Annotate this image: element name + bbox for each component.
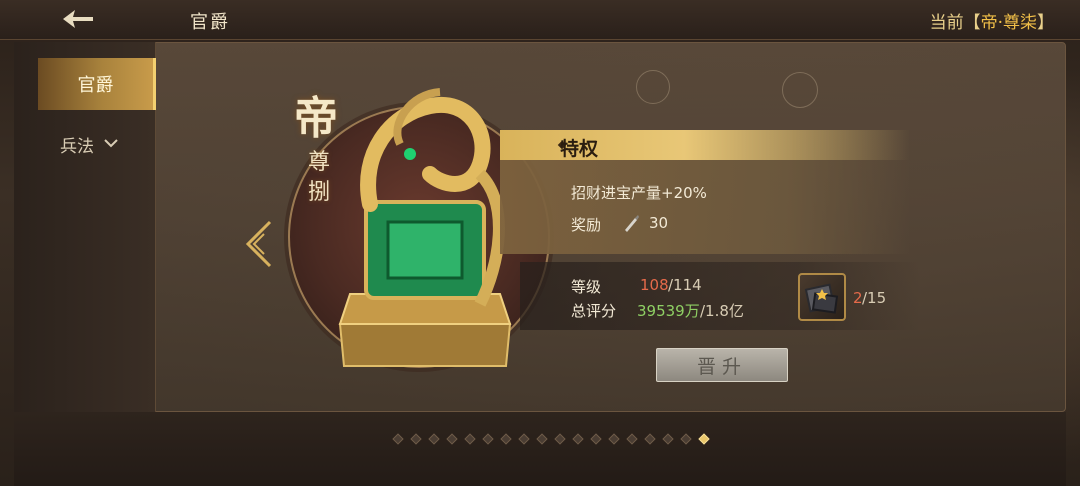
current-rank-label: 当前【帝·尊柒】 — [930, 8, 1054, 33]
pager-dot[interactable] — [446, 433, 458, 445]
score-current: 39539万 — [637, 302, 700, 320]
level-label: 等级 — [571, 278, 602, 296]
pager-dot[interactable] — [608, 433, 620, 445]
decor-ring — [782, 72, 818, 108]
pager-dot[interactable] — [644, 433, 656, 445]
pager-dot[interactable] — [428, 433, 440, 445]
item-count-required: /15 — [862, 289, 887, 307]
token-item-icon — [804, 283, 839, 314]
rank-glyph: 帝 — [294, 93, 338, 144]
back-button[interactable] — [58, 6, 98, 32]
current-rank-prefix: 当前【 — [929, 13, 981, 33]
privilege-effect: 招财进宝产量+20% — [571, 184, 707, 202]
chevron-left-icon — [245, 220, 272, 268]
pager-dot[interactable] — [464, 433, 476, 445]
promote-button[interactable]: 晋升 — [656, 348, 788, 382]
pager-dot[interactable] — [392, 433, 404, 445]
sidebar-item-tactics[interactable]: 兵法 — [60, 130, 150, 158]
sidebar-item-label: 兵法 — [60, 136, 94, 157]
pager-dot[interactable] — [482, 433, 494, 445]
pager-dot[interactable] — [572, 433, 584, 445]
pager-dot[interactable] — [518, 433, 530, 445]
previous-rank-button[interactable] — [244, 220, 272, 268]
jade-seal-icon — [338, 88, 512, 367]
back-arrow-icon — [63, 10, 93, 28]
pager-dot[interactable] — [680, 433, 692, 445]
pager-dot[interactable] — [662, 433, 674, 445]
quill-icon — [625, 215, 639, 232]
level-current: 108 — [640, 276, 669, 294]
current-rank-suffix: 】 — [1037, 13, 1054, 33]
pager-dot[interactable] — [554, 433, 566, 445]
reward-value: 30 — [649, 214, 669, 232]
decor-ring — [636, 70, 670, 104]
pager-dot[interactable] — [590, 433, 602, 445]
pager-dot[interactable] — [626, 433, 638, 445]
privilege-title: 特权 — [560, 138, 599, 160]
bottom-strip — [14, 412, 1066, 486]
level-required: /114 — [668, 276, 702, 294]
required-item-slot[interactable] — [798, 273, 846, 321]
pager-dot[interactable] — [698, 433, 710, 445]
score-required: /1.8亿 — [700, 302, 744, 320]
sidebar-item-label: 官爵 — [77, 75, 114, 96]
current-rank-value: 帝·尊柒 — [980, 13, 1037, 33]
rank-pager — [392, 433, 710, 445]
page-title: 官爵 — [190, 12, 230, 33]
sidebar-item-rank[interactable]: 官爵 — [38, 58, 156, 110]
pager-dot[interactable] — [410, 433, 422, 445]
pager-dot[interactable] — [500, 433, 512, 445]
pager-dot[interactable] — [536, 433, 548, 445]
chevron-down-icon — [104, 137, 118, 151]
reward-label: 奖励 — [571, 216, 602, 234]
score-label: 总评分 — [571, 302, 617, 320]
rank-subtitle: 尊捌 — [307, 150, 330, 205]
top-bar: 官爵 当前【帝·尊柒】 — [0, 0, 1080, 40]
